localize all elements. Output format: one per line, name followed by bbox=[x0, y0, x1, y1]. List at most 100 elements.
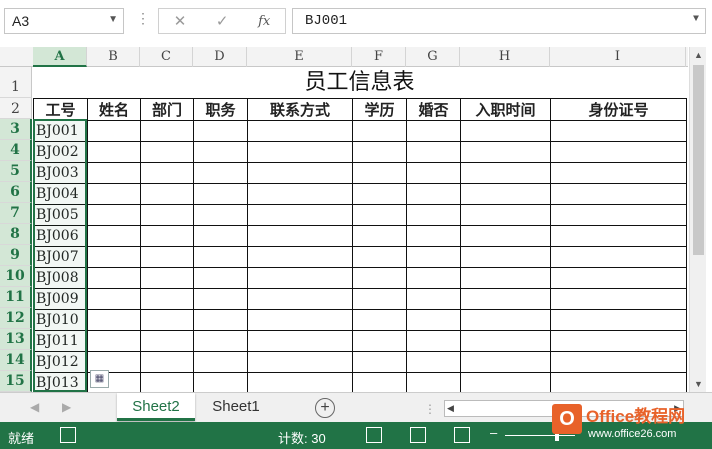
scroll-up-icon[interactable]: ▲ bbox=[690, 47, 707, 63]
cell[interactable] bbox=[460, 351, 551, 373]
cell[interactable] bbox=[87, 141, 141, 163]
cell[interactable] bbox=[406, 330, 461, 352]
quick-analysis-icon[interactable]: ▦ bbox=[90, 370, 109, 388]
cell[interactable] bbox=[550, 225, 687, 247]
cell[interactable] bbox=[87, 288, 141, 310]
enter-icon[interactable]: ✓ bbox=[216, 12, 229, 30]
cell[interactable] bbox=[87, 267, 141, 289]
row-header[interactable]: 2 bbox=[0, 98, 32, 119]
cell[interactable] bbox=[87, 204, 141, 226]
zoom-out-icon[interactable]: – bbox=[490, 425, 497, 440]
cell[interactable] bbox=[352, 288, 407, 310]
header-cell[interactable]: 身份证号 bbox=[550, 98, 687, 121]
cell[interactable] bbox=[193, 267, 248, 289]
cell[interactable] bbox=[460, 309, 551, 331]
cell[interactable] bbox=[460, 120, 551, 142]
cell[interactable] bbox=[352, 120, 407, 142]
cell[interactable] bbox=[460, 288, 551, 310]
cell[interactable] bbox=[140, 330, 194, 352]
tab-prev-icon[interactable]: ◀ bbox=[30, 400, 39, 414]
formula-input[interactable]: BJ001 ▼ bbox=[292, 8, 706, 34]
cell[interactable] bbox=[550, 267, 687, 289]
column-header-a[interactable]: A bbox=[33, 47, 87, 67]
cell[interactable] bbox=[550, 330, 687, 352]
cell-id[interactable]: BJ001 bbox=[33, 120, 88, 142]
row-header[interactable]: 14 bbox=[0, 350, 32, 371]
cell[interactable] bbox=[140, 162, 194, 184]
cell[interactable] bbox=[460, 162, 551, 184]
row-header[interactable]: 6 bbox=[0, 182, 32, 203]
cell[interactable] bbox=[247, 204, 353, 226]
cell[interactable] bbox=[247, 267, 353, 289]
cell[interactable] bbox=[460, 204, 551, 226]
cell[interactable] bbox=[352, 330, 407, 352]
column-header-b[interactable]: B bbox=[87, 47, 140, 67]
normal-view-icon[interactable] bbox=[366, 427, 382, 443]
row-header[interactable]: 8 bbox=[0, 224, 32, 245]
cell-id[interactable]: BJ007 bbox=[33, 246, 88, 268]
name-box[interactable]: A3 ▼ bbox=[4, 8, 124, 34]
cell[interactable] bbox=[87, 330, 141, 352]
page-break-icon[interactable] bbox=[454, 427, 470, 443]
cell[interactable] bbox=[406, 204, 461, 226]
cell[interactable] bbox=[352, 141, 407, 163]
cell[interactable] bbox=[406, 225, 461, 247]
cell[interactable] bbox=[140, 351, 194, 373]
cell[interactable] bbox=[460, 330, 551, 352]
cell[interactable] bbox=[406, 288, 461, 310]
column-header-h[interactable]: H bbox=[460, 47, 550, 67]
column-header-d[interactable]: D bbox=[193, 47, 247, 67]
cell[interactable] bbox=[87, 225, 141, 247]
sheet-title[interactable]: 员工信息表 bbox=[33, 67, 686, 98]
cell[interactable] bbox=[550, 309, 687, 331]
cell[interactable] bbox=[247, 372, 353, 394]
chevron-down-icon[interactable]: ▼ bbox=[108, 14, 118, 25]
cell-id[interactable]: BJ006 bbox=[33, 225, 88, 247]
expand-formula-icon[interactable]: ▼ bbox=[693, 14, 699, 25]
tab-sheet2[interactable]: Sheet2 bbox=[117, 393, 195, 421]
cell[interactable] bbox=[193, 351, 248, 373]
cell[interactable] bbox=[247, 330, 353, 352]
cell[interactable] bbox=[247, 183, 353, 205]
cell[interactable] bbox=[247, 225, 353, 247]
header-cell[interactable]: 婚否 bbox=[406, 98, 461, 121]
column-header-g[interactable]: G bbox=[406, 47, 460, 67]
cell[interactable] bbox=[352, 246, 407, 268]
cell[interactable] bbox=[406, 246, 461, 268]
cell-id[interactable]: BJ003 bbox=[33, 162, 88, 184]
cell-id[interactable]: BJ004 bbox=[33, 183, 88, 205]
header-cell[interactable]: 职务 bbox=[193, 98, 248, 121]
cell[interactable] bbox=[460, 141, 551, 163]
cell[interactable] bbox=[140, 372, 194, 394]
cell[interactable] bbox=[550, 288, 687, 310]
header-cell[interactable]: 工号 bbox=[33, 98, 88, 121]
header-cell[interactable]: 联系方式 bbox=[247, 98, 353, 121]
cell[interactable] bbox=[352, 351, 407, 373]
cell[interactable] bbox=[406, 372, 461, 394]
header-cell[interactable]: 姓名 bbox=[87, 98, 141, 121]
cancel-icon[interactable]: ✕ bbox=[174, 12, 187, 30]
cell[interactable] bbox=[406, 162, 461, 184]
cell-id[interactable]: BJ009 bbox=[33, 288, 88, 310]
header-cell[interactable]: 部门 bbox=[140, 98, 194, 121]
cell[interactable] bbox=[140, 204, 194, 226]
cell[interactable] bbox=[550, 183, 687, 205]
cell[interactable] bbox=[406, 351, 461, 373]
cell[interactable] bbox=[406, 309, 461, 331]
cell[interactable] bbox=[193, 183, 248, 205]
cell[interactable] bbox=[193, 225, 248, 247]
cell[interactable] bbox=[87, 162, 141, 184]
cell[interactable] bbox=[550, 120, 687, 142]
cell[interactable] bbox=[247, 246, 353, 268]
cell[interactable] bbox=[87, 246, 141, 268]
cell[interactable] bbox=[193, 309, 248, 331]
row-header[interactable]: 9 bbox=[0, 245, 32, 266]
column-header-f[interactable]: F bbox=[352, 47, 406, 67]
header-cell[interactable]: 入职时间 bbox=[460, 98, 551, 121]
row-header[interactable]: 12 bbox=[0, 308, 32, 329]
row-header[interactable]: 1 bbox=[0, 67, 32, 98]
cell[interactable] bbox=[550, 351, 687, 373]
cell[interactable] bbox=[140, 183, 194, 205]
cell[interactable] bbox=[193, 330, 248, 352]
cell[interactable] bbox=[352, 225, 407, 247]
